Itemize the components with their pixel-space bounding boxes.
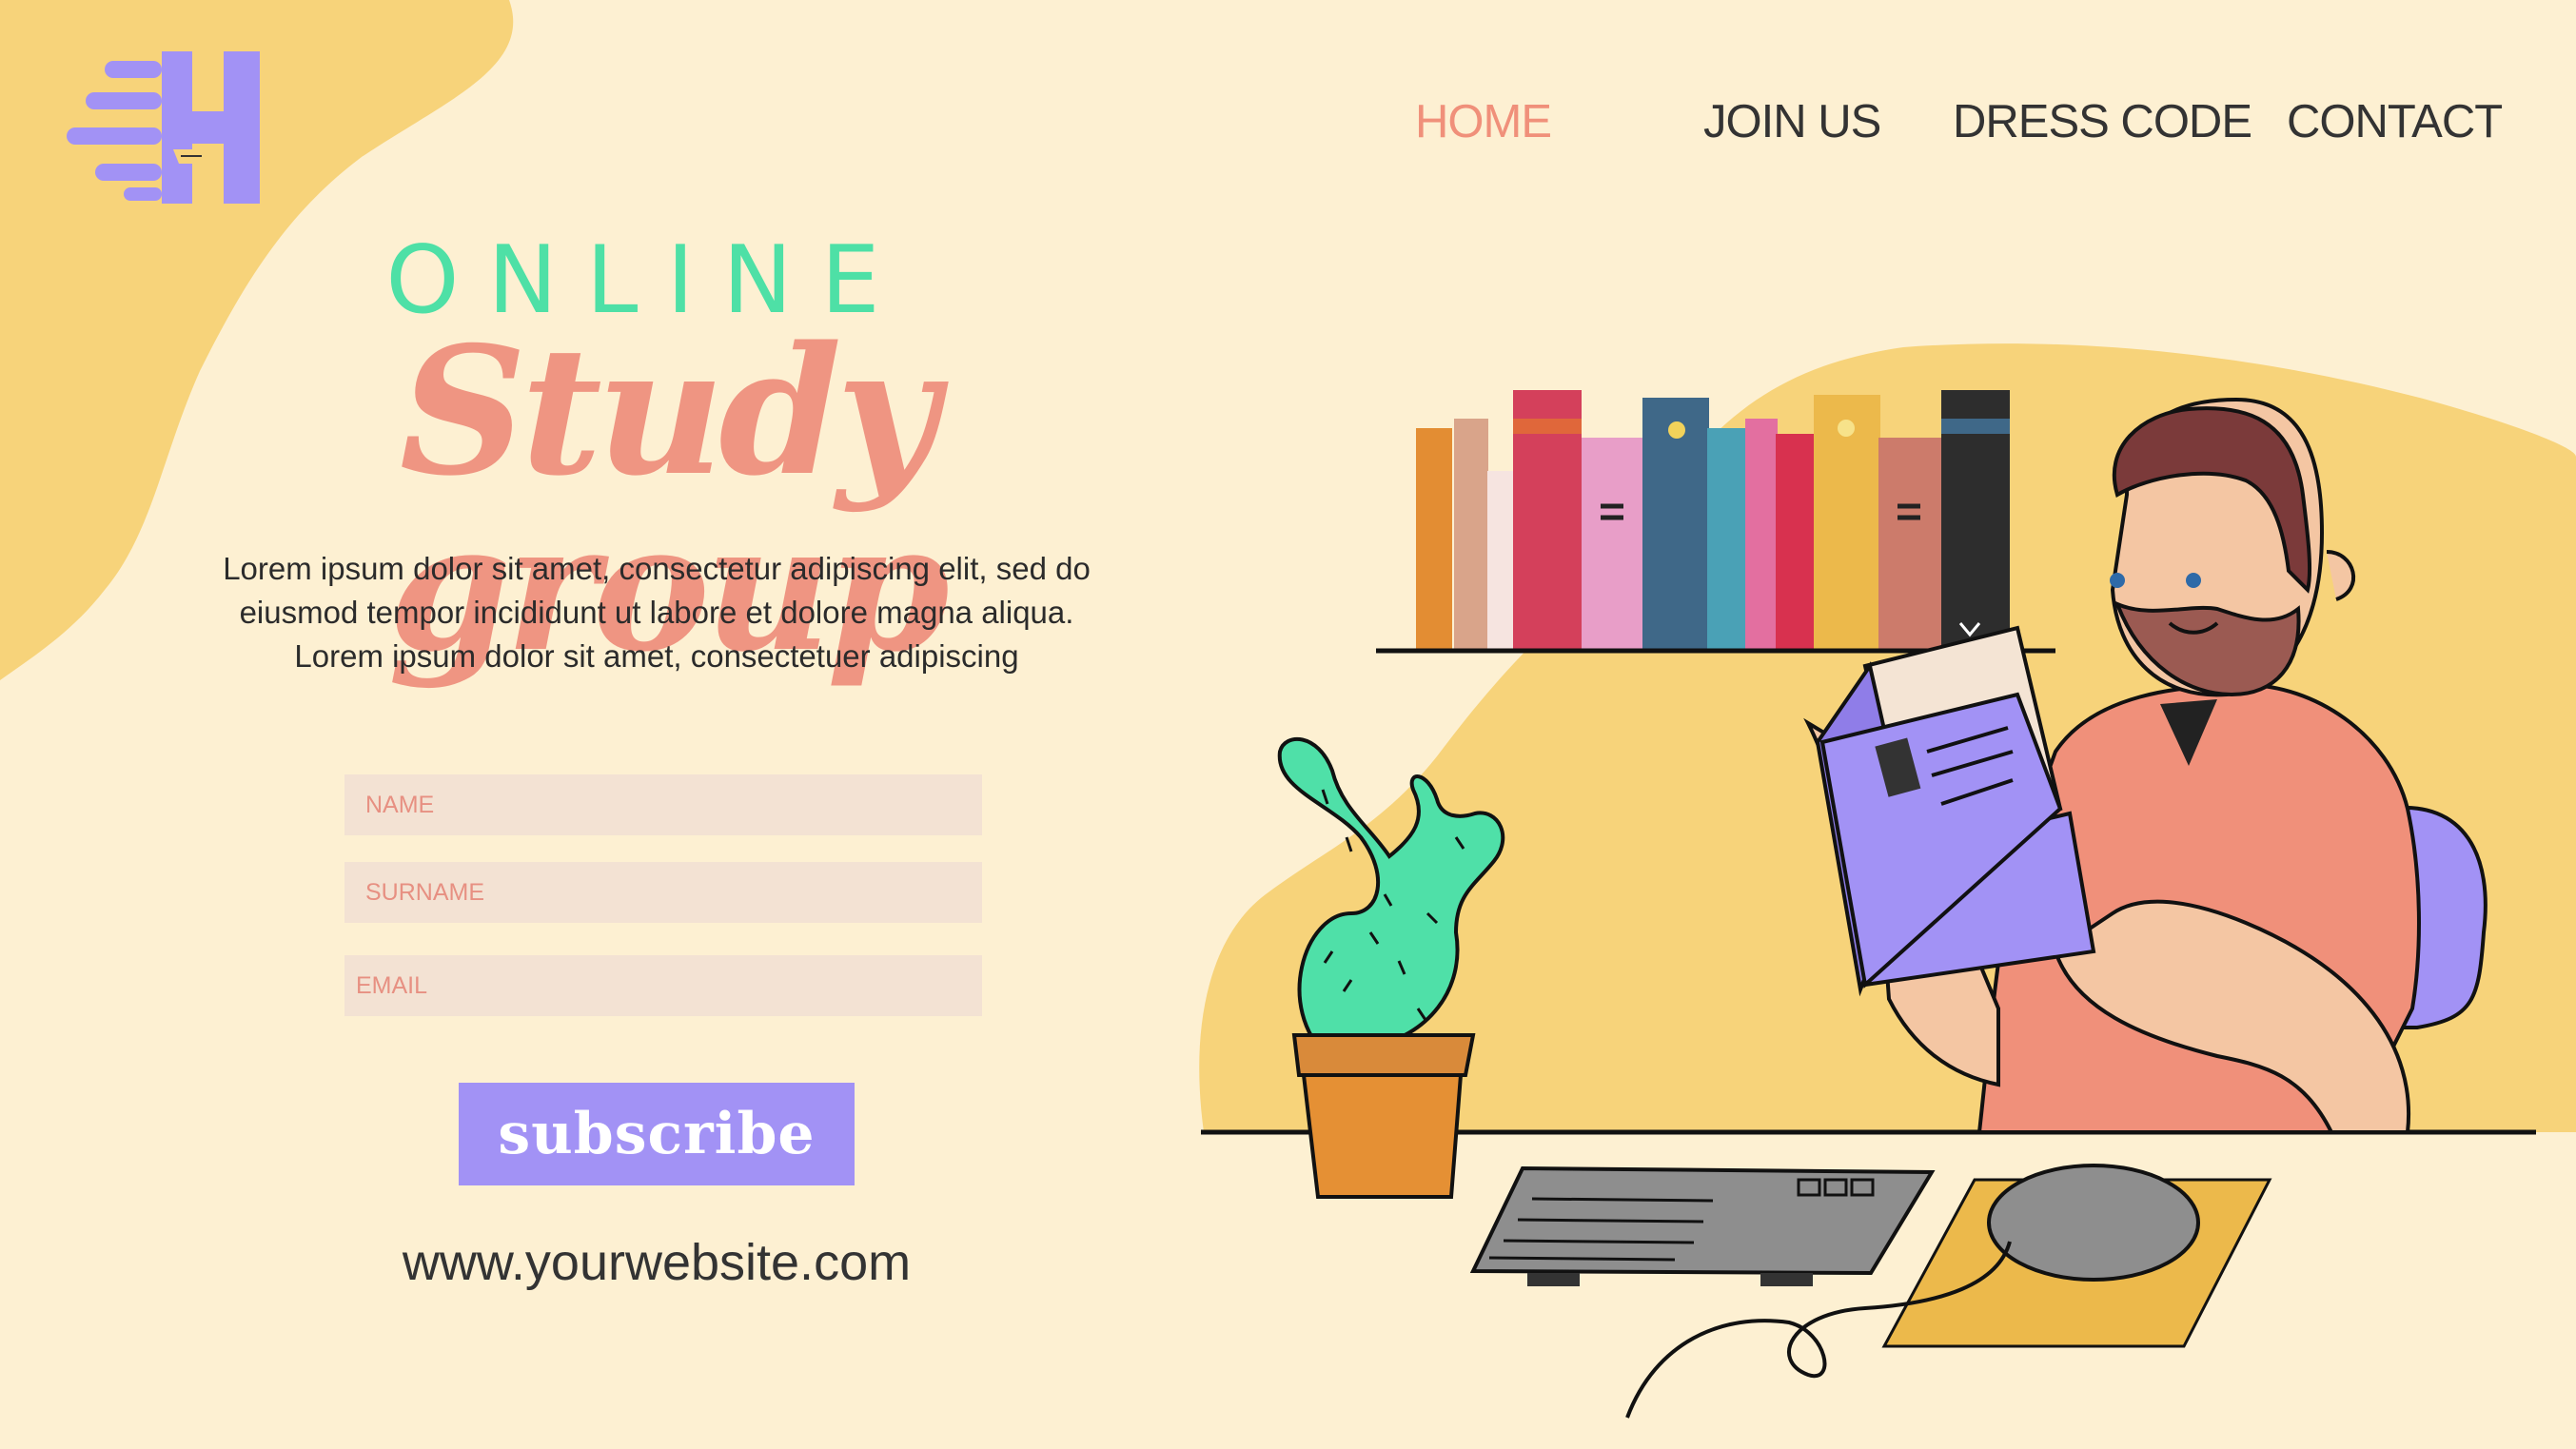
surname-input[interactable] [344,862,982,923]
subscribe-button[interactable]: subscribe [459,1083,855,1185]
background-illustration [0,0,2576,1419]
nav-join-us[interactable]: JOIN US [1703,95,1881,148]
keyboard [1469,1165,1936,1286]
email-input[interactable] [344,955,982,1016]
logo-mark-icon [67,51,260,204]
nav-home[interactable]: HOME [1415,95,1552,148]
hero-description: Lorem ipsum dolor sit amet, consectetur … [223,551,1091,674]
name-input[interactable] [344,774,982,835]
nav-dress-code[interactable]: DRESS CODE [1953,95,2252,148]
logo[interactable] [67,49,262,206]
nav-contact[interactable]: CONTACT [2287,95,2503,148]
website-link[interactable]: www.yourwebsite.com [343,1233,971,1292]
bookshelf [1376,390,2055,654]
